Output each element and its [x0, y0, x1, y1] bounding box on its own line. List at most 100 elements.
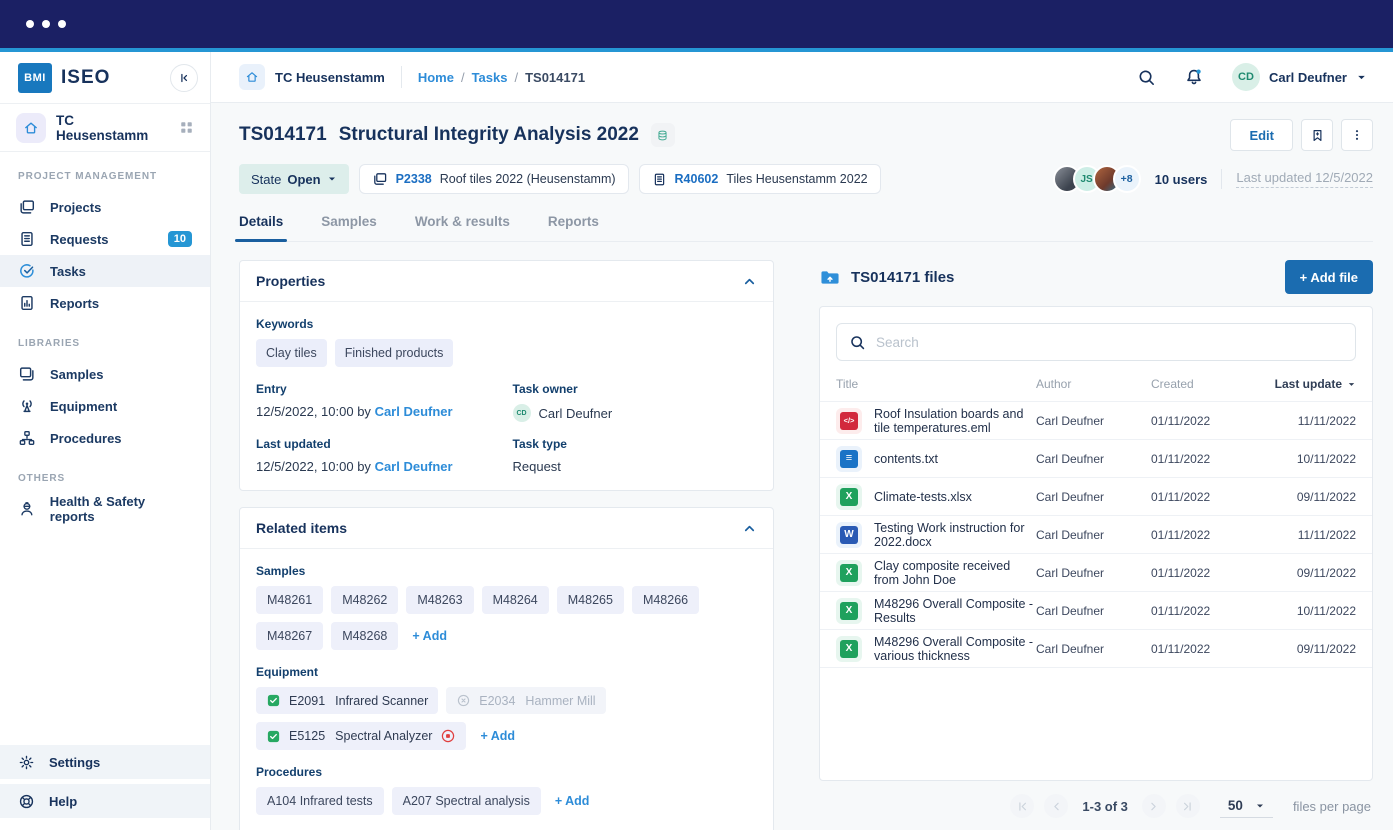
file-updated: 11/11/2022	[1256, 528, 1356, 542]
sidebar-item-reports[interactable]: Reports	[0, 287, 210, 319]
entry-user-link[interactable]: Carl Deufner	[375, 404, 453, 419]
sidebar-item-procedures[interactable]: Procedures	[0, 422, 210, 454]
file-row[interactable]: </>Roof Insulation boards and tile tempe…	[820, 401, 1372, 439]
divider	[1221, 169, 1222, 189]
notifications-bell-icon[interactable]	[1184, 67, 1204, 87]
files-panel-title: TS014171 files	[851, 269, 954, 286]
last-updated-text: Last updated 12/5/2022	[1236, 170, 1373, 188]
per-page-select[interactable]: 50	[1220, 794, 1273, 818]
nav-section-label: OTHERS	[0, 454, 210, 493]
excel-file-icon: X	[836, 560, 862, 586]
next-page-button[interactable]	[1142, 794, 1166, 818]
gear-icon	[18, 754, 35, 771]
tab-samples[interactable]: Samples	[321, 214, 377, 241]
home-icon	[16, 113, 46, 143]
file-row[interactable]: XM48296 Overall Composite - various thic…	[820, 629, 1372, 667]
breadcrumb-home-link[interactable]: Home	[418, 70, 454, 85]
last-page-button[interactable]	[1176, 794, 1200, 818]
state-dropdown[interactable]: State Open	[239, 164, 349, 194]
window-dot-icon[interactable]	[26, 20, 34, 28]
apps-grid-icon[interactable]	[179, 120, 194, 135]
project-chip[interactable]: P2338 Roof tiles 2022 (Heusenstamm)	[359, 164, 629, 194]
sidebar-item-requests[interactable]: Requests 10	[0, 223, 210, 255]
sidebar-item-label: Reports	[50, 296, 99, 311]
last-updated-user-link[interactable]: Carl Deufner	[375, 459, 453, 474]
file-created: 01/11/2022	[1151, 566, 1256, 580]
sidebar-item-settings[interactable]: Settings	[0, 745, 210, 779]
files-search-input[interactable]	[876, 335, 1343, 350]
sidebar-collapse-button[interactable]	[170, 64, 198, 92]
task-type-value: Request	[513, 459, 758, 474]
file-row[interactable]: XClimate-tests.xlsx Carl Deufner 01/11/2…	[820, 477, 1372, 515]
sidebar-item-help[interactable]: Help	[0, 784, 210, 818]
request-chip[interactable]: R40602 Tiles Heusenstamm 2022	[639, 164, 881, 194]
add-file-button[interactable]: + Add file	[1285, 260, 1373, 294]
bookmark-button[interactable]	[1301, 119, 1333, 151]
request-icon	[652, 172, 667, 187]
user-menu[interactable]: CD Carl Deufner	[1232, 63, 1367, 91]
file-row[interactable]: WTesting Work instruction for 2022.docx …	[820, 515, 1372, 553]
equipment-chip: E2091 Infrared Scanner	[256, 687, 438, 714]
file-row[interactable]: ≡contents.txt Carl Deufner 01/11/2022 10…	[820, 439, 1372, 477]
add-equipment-link[interactable]: + Add	[480, 729, 515, 743]
kebab-menu-icon	[1350, 128, 1364, 142]
breadcrumb-tasks-link[interactable]: Tasks	[472, 70, 508, 85]
project-icon	[372, 171, 388, 187]
global-search-icon[interactable]	[1137, 68, 1156, 87]
breadcrumb-separator: /	[461, 70, 465, 85]
file-author: Carl Deufner	[1036, 528, 1151, 542]
workspace-name: TC Heusenstamm	[56, 113, 169, 143]
tab-work-results[interactable]: Work & results	[415, 214, 510, 241]
breadcrumb-current: TS014171	[525, 70, 585, 85]
window-dot-icon[interactable]	[58, 20, 66, 28]
window-dot-icon[interactable]	[42, 20, 50, 28]
file-name: contents.txt	[874, 452, 938, 466]
sidebar-item-projects[interactable]: Projects	[0, 191, 210, 223]
brand-row: BMI ISEO	[0, 52, 210, 104]
page-title: TS014171Structural Integrity Analysis 20…	[239, 124, 639, 146]
edit-button[interactable]: Edit	[1230, 119, 1293, 151]
more-actions-button[interactable]	[1341, 119, 1373, 151]
task-id: TS014171	[239, 124, 327, 145]
card-title: Properties	[256, 273, 325, 289]
file-author: Carl Deufner	[1036, 566, 1151, 580]
owner-name: Carl Deufner	[539, 406, 613, 421]
keyword-chip: Clay tiles	[256, 339, 327, 367]
txt-file-icon: ≡	[836, 446, 862, 472]
file-row[interactable]: XClay composite received from John Doe C…	[820, 553, 1372, 591]
requests-icon	[18, 230, 36, 248]
home-icon[interactable]	[239, 64, 265, 90]
pagination-range: 1-3 of 3	[1082, 799, 1128, 814]
last-updated-datetime: 12/5/2022, 10:00 by	[256, 459, 371, 474]
project-code: P2338	[396, 172, 432, 186]
collapse-chevron-up-icon[interactable]	[742, 521, 757, 536]
collapse-chevron-up-icon[interactable]	[742, 274, 757, 289]
add-procedure-link[interactable]: + Add	[555, 794, 590, 808]
bmi-logo: BMI	[18, 63, 52, 93]
sidebar-item-samples[interactable]: Samples	[0, 358, 210, 390]
workspace-row[interactable]: TC Heusenstamm	[0, 104, 210, 152]
files-search[interactable]	[836, 323, 1356, 361]
tab-details[interactable]: Details	[239, 214, 283, 241]
add-sample-link[interactable]: + Add	[412, 629, 447, 643]
sidebar-item-health-safety[interactable]: Health & Safety reports	[0, 493, 210, 525]
file-name: Climate-tests.xlsx	[874, 490, 972, 504]
file-author: Carl Deufner	[1036, 604, 1151, 618]
tab-reports[interactable]: Reports	[548, 214, 599, 241]
column-last-update-sort[interactable]: Last update	[1256, 377, 1356, 391]
sidebar-item-tasks[interactable]: Tasks	[0, 255, 210, 287]
sample-chip: M48266	[632, 586, 699, 614]
first-page-button[interactable]	[1010, 794, 1034, 818]
user-avatar: CD	[1232, 63, 1260, 91]
file-row[interactable]: XM48296 Overall Composite - Results Carl…	[820, 591, 1372, 629]
sidebar-item-equipment[interactable]: Equipment	[0, 390, 210, 422]
sort-caret-icon	[1347, 380, 1356, 389]
eml-glyph: </>	[840, 412, 858, 430]
excel-file-icon: X	[836, 636, 862, 662]
equipment-code: E2091	[289, 694, 325, 708]
prev-page-button[interactable]	[1044, 794, 1068, 818]
task-users-avatars[interactable]: JS +8	[1053, 165, 1141, 193]
chevron-down-icon	[1255, 801, 1265, 811]
empty-space	[820, 667, 1372, 780]
sidebar: BMI ISEO TC Heusenstamm PROJECT MANAGEME…	[0, 52, 211, 830]
